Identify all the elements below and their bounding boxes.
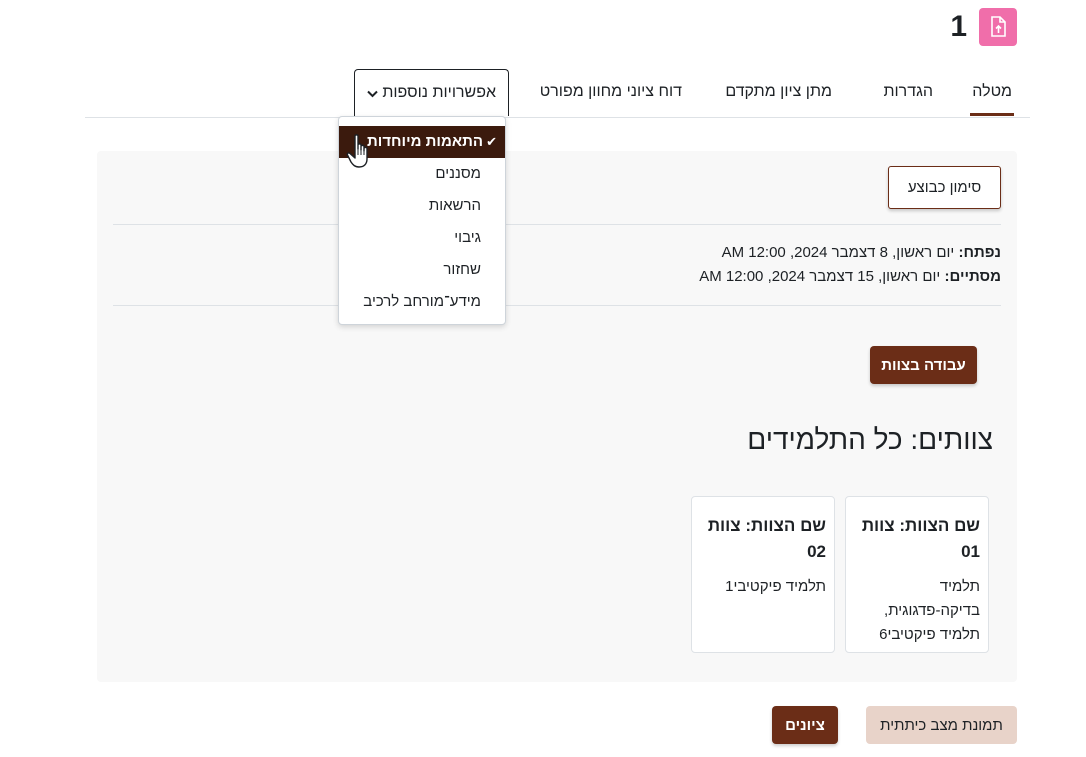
tab-more-options[interactable]: אפשרויות נוספות <box>354 69 509 116</box>
chevron-down-icon <box>367 71 379 117</box>
team-members: תלמיד בדיקה-פדגוגית, תלמיד פיקטיבי6 <box>879 578 980 643</box>
menu-item-extended-info[interactable]: מידע־מורחב לרכיב <box>339 286 505 318</box>
tab-rubric-report[interactable]: דוח ציוני מחוון מפורט <box>538 69 684 115</box>
team-members: תלמיד פיקטיבי1 <box>725 578 826 595</box>
tab-assignment[interactable]: מטלה <box>970 69 1014 116</box>
menu-item-permissions[interactable]: הרשאות <box>339 190 505 222</box>
team-card: שם הצוות: צוות 01 תלמיד בדיקה-פדגוגית, ת… <box>845 496 989 653</box>
menu-item-backup[interactable]: גיבוי <box>339 222 505 254</box>
divider <box>113 305 1001 306</box>
opened-value: יום ראשון, 8 דצמבר 2024, 12:00 AM <box>721 244 955 261</box>
page-header: 1 <box>950 8 1017 46</box>
hand-cursor-icon <box>346 134 368 168</box>
tab-advanced-grading[interactable]: מתן ציון מתקדם <box>723 69 834 115</box>
page-number: 1 <box>950 10 967 43</box>
team-name: שם הצוות: צוות 01 <box>861 516 980 561</box>
grades-button[interactable]: ציונים <box>772 706 838 744</box>
opened-label: נפתח: <box>958 244 1001 261</box>
team-card: שם הצוות: צוות 02 תלמיד פיקטיבי1 <box>691 496 835 653</box>
secondary-navigation: מטלה הגדרות מתן ציון מתקדם דוח ציוני מחו… <box>85 69 1030 118</box>
tab-settings[interactable]: הגדרות <box>881 69 935 115</box>
more-options-label: אפשרויות נוספות <box>382 84 496 101</box>
due-value: יום ראשון, 15 דצמבר 2024, 12:00 AM <box>699 268 941 285</box>
due-date: מסתיים: יום ראשון, 15 דצמבר 2024, 12:00 … <box>699 265 1001 289</box>
opened-date: נפתח: יום ראשון, 8 דצמבר 2024, 12:00 AM <box>699 241 1001 265</box>
teams-heading: צוותים: כל התלמידים <box>747 424 993 455</box>
check-icon: ✔ <box>486 134 497 149</box>
activity-dates: נפתח: יום ראשון, 8 דצמבר 2024, 12:00 AM … <box>699 241 1001 289</box>
menu-item-label: התאמות מיוחדות <box>367 133 483 150</box>
class-snapshot-button[interactable]: תמונת מצב כיתתית <box>866 706 1017 744</box>
due-label: מסתיים: <box>944 268 1001 285</box>
team-work-button[interactable]: עבודה בצוות <box>870 346 977 384</box>
upload-file-icon <box>979 8 1017 46</box>
team-name: שם הצוות: צוות 02 <box>707 516 826 561</box>
divider <box>113 224 1001 225</box>
mark-done-button[interactable]: סימון כבוצע <box>888 166 1001 209</box>
menu-item-restore[interactable]: שחזור <box>339 254 505 286</box>
